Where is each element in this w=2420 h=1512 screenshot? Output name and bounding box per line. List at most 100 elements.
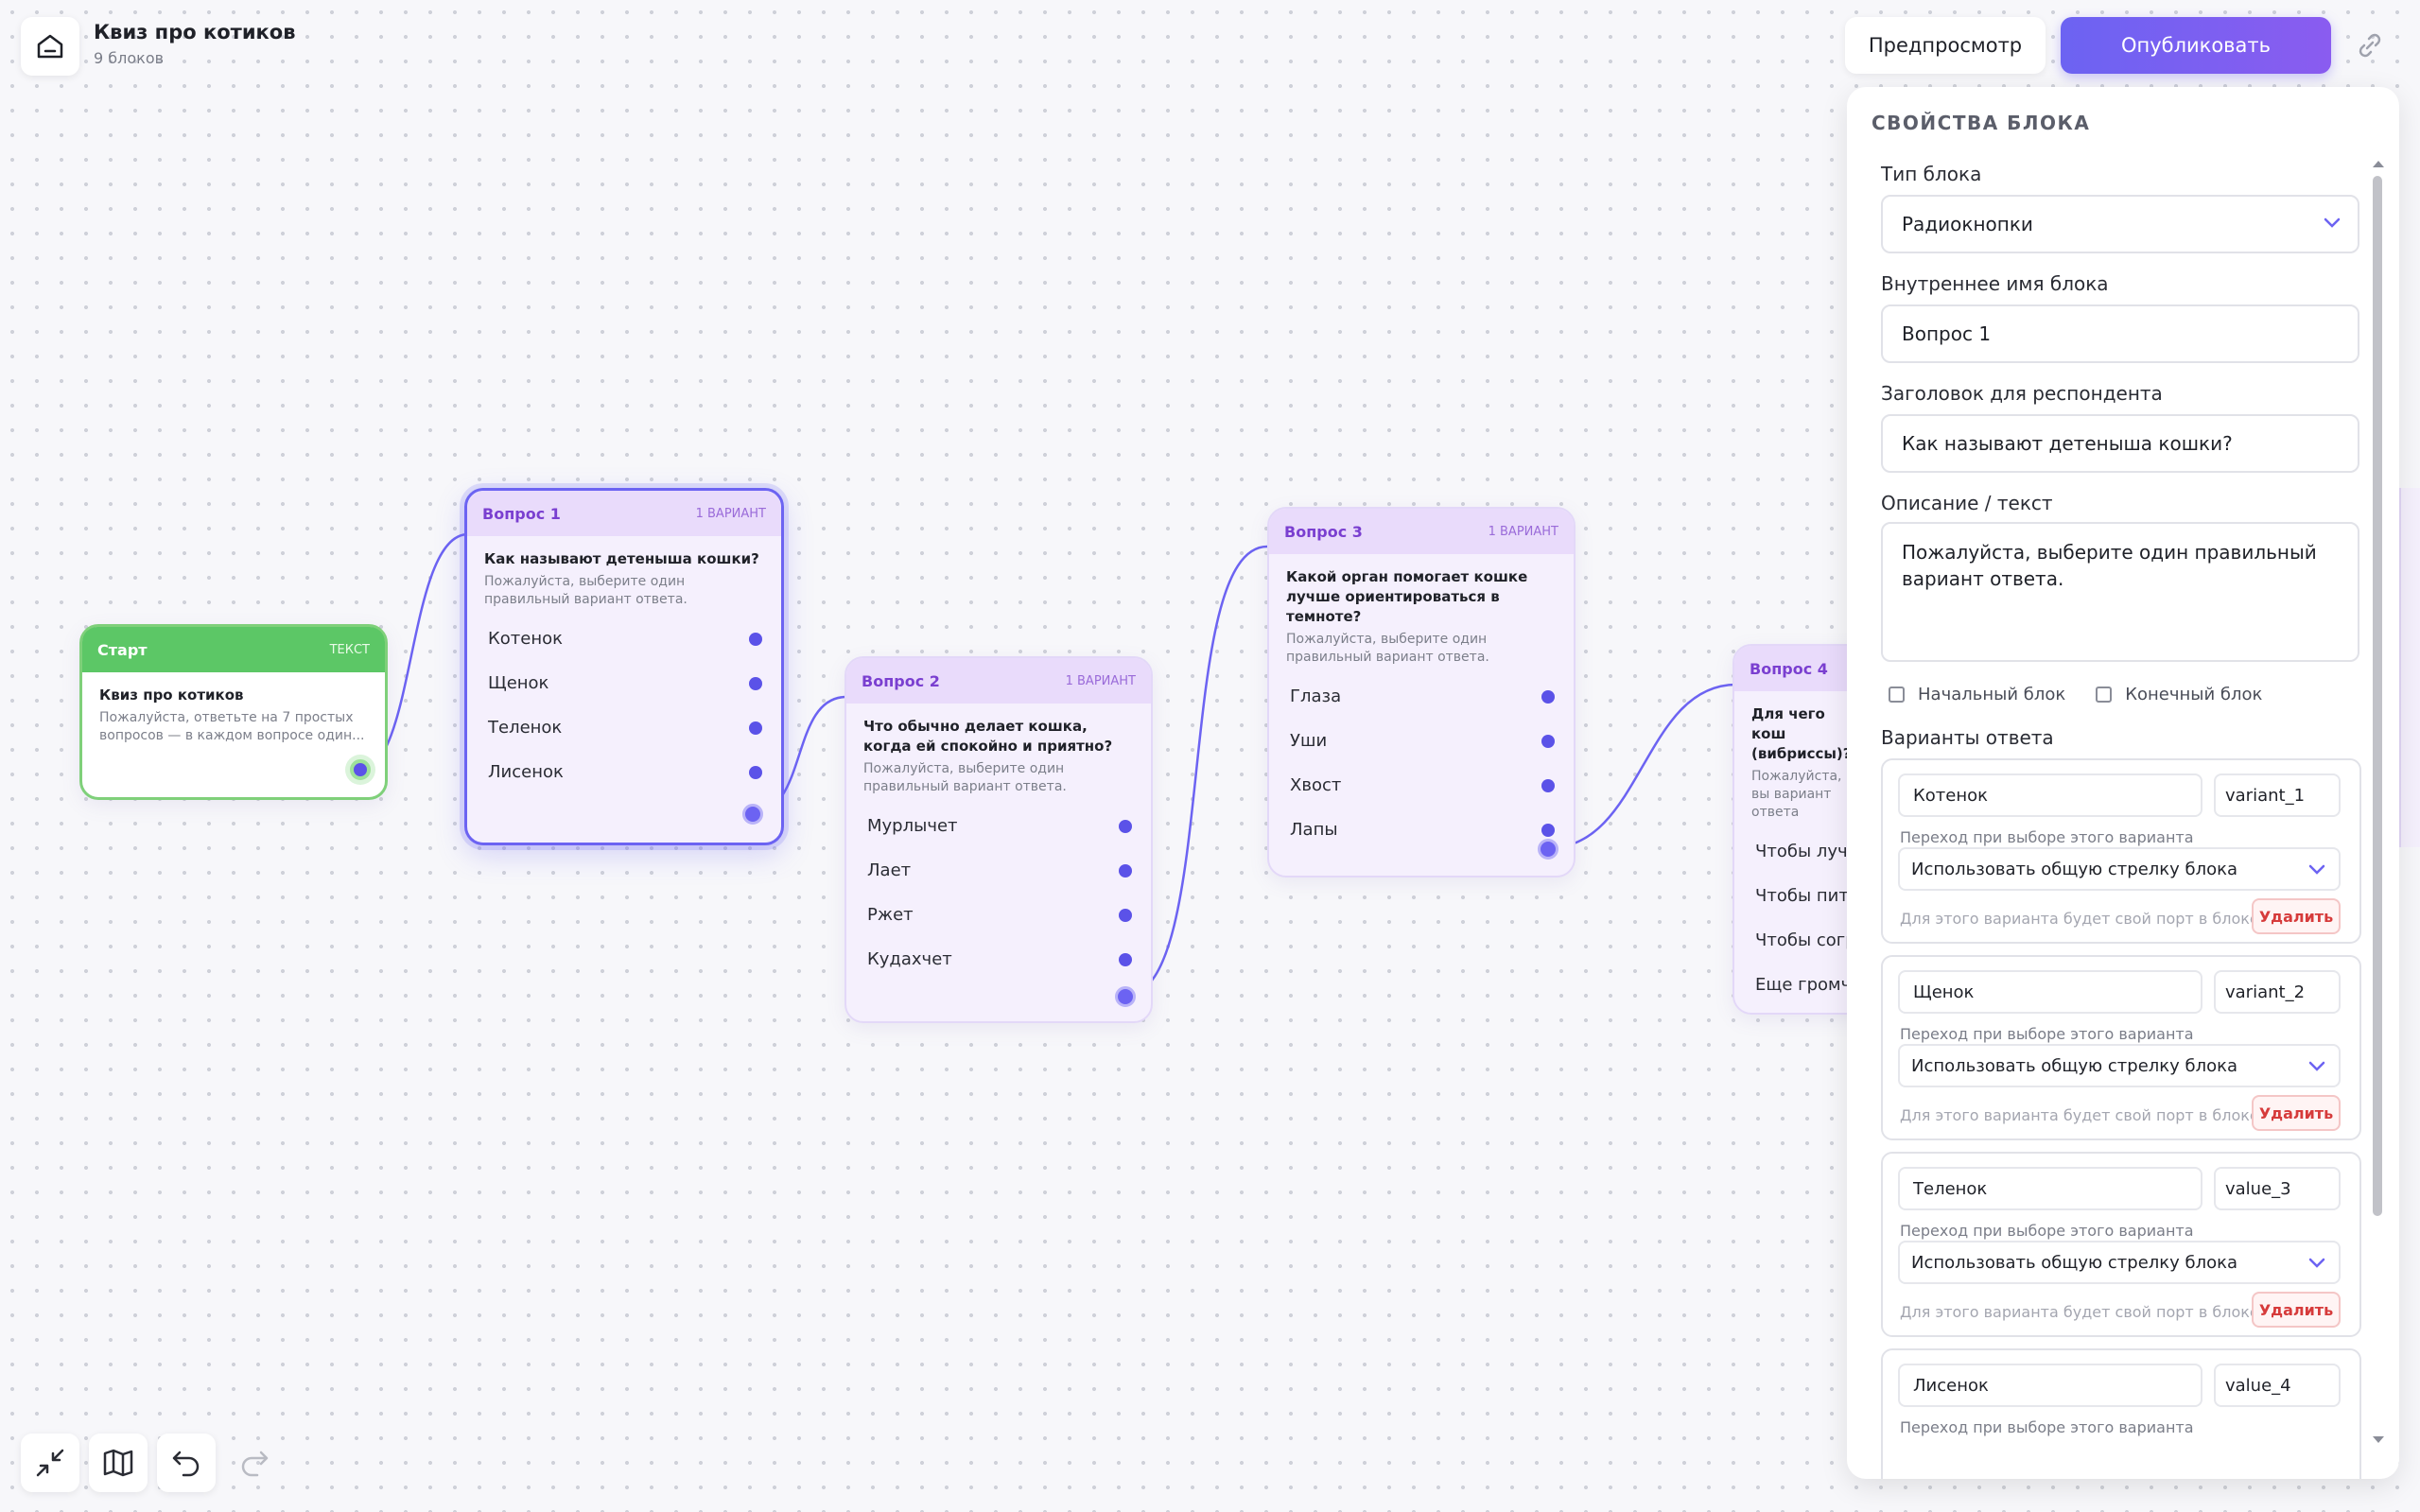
transition-select[interactable]: Использовать общую стрелку блока [1898, 847, 2341, 891]
variant-value-input[interactable]: value_4 [2214, 1364, 2341, 1407]
publish-button[interactable]: Опубликовать [2061, 17, 2331, 74]
transition-label: Переход при выборе этого варианта [1900, 1025, 2194, 1043]
node-description: Пожалуйста, выберите один правильный вар… [863, 761, 1067, 794]
node-question: Квиз про котиков [99, 686, 244, 704]
transition-select[interactable]: Использовать общую стрелку блока [1898, 1044, 2341, 1087]
option-port[interactable] [1119, 908, 1132, 922]
option-label: Еще громче [1755, 975, 1862, 995]
option-port[interactable] [1541, 823, 1555, 837]
option-port[interactable] [1119, 819, 1132, 833]
option-port[interactable] [749, 676, 762, 690]
node-question-1[interactable]: Вопрос 1 1 ВАРИАНТ Как называют детеныша… [464, 488, 784, 845]
undo-button[interactable] [157, 1434, 216, 1492]
link-icon[interactable] [2355, 30, 2385, 61]
variant-label-input[interactable]: Теленок [1898, 1167, 2202, 1210]
variant-label-input[interactable]: Котенок [1898, 773, 2202, 817]
map-icon [103, 1449, 133, 1477]
option-row[interactable]: Лает [846, 848, 1151, 893]
option-label: Мурлычет [867, 816, 958, 836]
scroll-down-arrow-icon[interactable] [2372, 1435, 2385, 1445]
option-row[interactable]: Лисенок [467, 750, 781, 794]
option-port[interactable] [749, 721, 762, 735]
redo-button[interactable] [225, 1434, 284, 1492]
delete-variant-button[interactable]: Удалить [2252, 1292, 2341, 1328]
option-port[interactable] [1541, 734, 1555, 748]
edge-q3-q4 [1547, 683, 1737, 850]
preview-button[interactable]: Предпросмотр [1845, 17, 2046, 74]
variant-value-input[interactable]: value_3 [2214, 1167, 2341, 1210]
node-peek-edge [2399, 488, 2420, 847]
heading-input[interactable]: Как называют детеныша кошки? [1881, 414, 2359, 473]
option-row[interactable]: Уши [1269, 719, 1574, 763]
start-block-label: Начальный блок [1918, 685, 2066, 704]
end-block-checkbox[interactable] [2096, 686, 2113, 703]
node-start[interactable]: Старт ТЕКСТ Квиз про котиков Пожалуйста,… [79, 624, 388, 800]
variant-value-input[interactable]: variant_2 [2214, 970, 2341, 1014]
delete-variant-button[interactable]: Удалить [2252, 1095, 2341, 1131]
option-row[interactable]: Кудахчет [846, 937, 1151, 982]
variant-label-input[interactable]: Лисенок [1898, 1364, 2202, 1407]
collapse-button[interactable] [21, 1434, 79, 1492]
node-count: 1 ВАРИАНТ [1065, 673, 1136, 688]
blocks-count: 9 блоков [94, 49, 165, 67]
option-row[interactable]: Глаза [1269, 674, 1574, 719]
transition-value: Использовать общую стрелку блока [1911, 1055, 2238, 1076]
minimap-button[interactable] [89, 1434, 148, 1492]
chevron-down-icon [2308, 1258, 2325, 1268]
block-type-value: Радиокнопки [1902, 213, 2033, 235]
option-label: Кудахчет [867, 949, 952, 969]
delete-variant-button[interactable]: Удалить [2252, 898, 2341, 934]
node-output-port[interactable] [1115, 986, 1136, 1007]
transition-label: Переход при выборе этого варианта [1900, 1418, 2194, 1436]
option-row[interactable]: Мурлычет [846, 804, 1151, 848]
chevron-down-icon [2308, 864, 2325, 875]
panel-scrollbar-thumb[interactable] [2373, 176, 2382, 1216]
node-question: Что обычно делает кошка, когда ей спокой… [863, 718, 1113, 755]
option-port[interactable] [749, 632, 762, 646]
option-row[interactable]: Хвост [1269, 763, 1574, 808]
node-type: ТЕКСТ [329, 642, 370, 657]
scroll-up-arrow-icon[interactable] [2372, 159, 2385, 168]
option-row[interactable]: Ржет [846, 893, 1151, 937]
node-output-port[interactable] [1538, 839, 1558, 860]
option-port[interactable] [1541, 689, 1555, 704]
node-description: Пожалуйста, ответьте на 7 простых вопрос… [99, 710, 365, 743]
option-row[interactable]: Теленок [467, 705, 781, 750]
description-label: Описание / текст [1881, 492, 2053, 514]
node-question: Как называют детеныша кошки? [484, 550, 759, 567]
variant-value-input[interactable]: variant_1 [2214, 773, 2341, 817]
option-port[interactable] [1119, 952, 1132, 966]
option-label: Уши [1290, 731, 1328, 751]
transition-label: Переход при выборе этого варианта [1900, 828, 2194, 846]
collapse-icon [36, 1449, 64, 1477]
home-button[interactable] [21, 17, 79, 76]
option-port[interactable] [1541, 778, 1555, 792]
node-header: Вопрос 3 1 ВАРИАНТ [1269, 509, 1574, 554]
option-row[interactable]: Щенок [467, 661, 781, 705]
option-port[interactable] [1119, 863, 1132, 878]
transition-value: Использовать общую стрелку блока [1911, 859, 2238, 879]
internal-name-label: Внутреннее имя блока [1881, 272, 2109, 295]
node-output-port[interactable] [350, 759, 371, 780]
option-label: Теленок [488, 718, 563, 738]
transition-select[interactable]: Использовать общую стрелку блока [1898, 1241, 2341, 1284]
description-textarea[interactable]: Пожалуйста, выберите один правильный вар… [1881, 522, 2359, 662]
node-question-3[interactable]: Вопрос 3 1 ВАРИАНТ Какой орган помогает … [1267, 507, 1576, 878]
node-name: Старт [97, 640, 148, 659]
node-question-2[interactable]: Вопрос 2 1 ВАРИАНТ Что обычно делает кош… [844, 656, 1153, 1023]
internal-name-input[interactable]: Вопрос 1 [1881, 304, 2359, 363]
port-hint: Для этого варианта будет свой порт в бло… [1900, 1303, 2259, 1321]
start-block-checkbox[interactable] [1889, 686, 1905, 703]
option-port[interactable] [749, 765, 762, 779]
node-output-port[interactable] [742, 804, 763, 825]
block-type-select[interactable]: Радиокнопки [1881, 195, 2359, 253]
node-header: Старт ТЕКСТ [82, 627, 385, 672]
variants-label: Варианты ответа [1881, 726, 2054, 749]
option-row[interactable]: Котенок [467, 617, 781, 661]
option-row[interactable]: Лапы [1269, 808, 1574, 852]
chevron-down-icon [2308, 1061, 2325, 1071]
panel-title: СВОЙСТВА БЛОКА [1872, 112, 2091, 134]
variant-label-input[interactable]: Щенок [1898, 970, 2202, 1014]
option-label: Ржет [867, 905, 914, 925]
node-count: 1 ВАРИАНТ [695, 506, 766, 521]
